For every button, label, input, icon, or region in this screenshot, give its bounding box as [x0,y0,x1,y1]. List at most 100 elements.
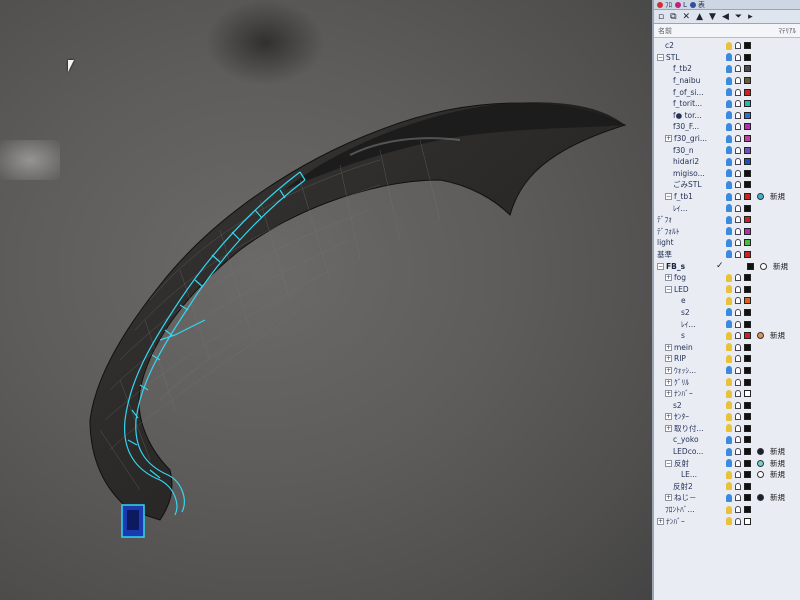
layer-row[interactable]: + ｾﾝﾀｰ [654,411,800,423]
lock-icon[interactable] [735,436,741,444]
expand-icon[interactable]: + [665,355,672,363]
layer-name[interactable]: f_naibu [673,76,700,85]
layer-color-swatch[interactable] [744,204,751,212]
visibility-bulb-icon[interactable] [726,505,732,514]
visibility-bulb-icon[interactable] [726,41,732,50]
visibility-bulb-icon[interactable] [726,459,732,468]
lock-icon[interactable] [735,355,741,363]
lock-icon[interactable] [735,471,741,479]
lock-icon[interactable] [735,216,741,224]
layer-row[interactable]: ﾌﾛﾝﾄﾊﾞ... [654,504,800,516]
layer-name[interactable]: 基準 [657,249,672,260]
lock-icon[interactable] [735,181,741,189]
lock-icon[interactable] [735,448,741,456]
expand-icon[interactable]: + [665,424,672,432]
material-circle-icon[interactable] [760,262,767,270]
layer-color-swatch[interactable] [744,482,751,490]
visibility-bulb-icon[interactable] [726,517,732,526]
layer-name[interactable]: ごみSTL [673,179,702,190]
layer-name[interactable]: s [681,331,685,340]
layer-name[interactable]: STL [666,53,680,62]
material-column-header[interactable]: ﾏﾃﾘｱﾙ [779,26,797,36]
visibility-bulb-icon[interactable] [726,389,732,398]
visibility-bulb-icon[interactable] [726,134,732,143]
material-circle-icon[interactable] [757,459,764,467]
layer-color-swatch[interactable] [747,262,754,270]
layer-row[interactable]: ごみSTL [654,179,800,191]
lock-icon[interactable] [735,204,741,212]
layer-row[interactable]: + ﾅﾝﾊﾞｰ [654,515,800,527]
material-label[interactable]: 新規 [773,261,788,272]
layer-row[interactable]: hidari2 [654,156,800,168]
layer-row[interactable]: + mein [654,341,800,353]
lock-icon[interactable] [735,42,741,50]
layer-color-swatch[interactable] [744,53,751,61]
layer-name[interactable]: ﾚｲ... [673,203,688,214]
layer-row[interactable]: s 新規 [654,330,800,342]
left-icon[interactable]: ◀ [722,12,729,22]
layer-row[interactable]: ﾚｲ... [654,318,800,330]
layer-row[interactable]: f● tor... [654,110,800,122]
material-circle-icon[interactable] [757,448,764,456]
layer-color-swatch[interactable] [744,123,751,131]
lock-icon[interactable] [735,88,741,96]
new-layer-icon[interactable]: ▫ [658,12,664,22]
layer-color-swatch[interactable] [744,158,751,166]
expand-icon[interactable]: + [665,390,672,398]
visibility-bulb-icon[interactable] [726,111,732,120]
bumper-model[interactable] [0,0,652,600]
layer-name[interactable]: ﾃﾞﾌｫﾙﾄ [657,226,680,237]
lock-icon[interactable] [735,343,741,351]
layer-name[interactable]: c_yoko [673,435,699,444]
visibility-bulb-icon[interactable] [726,64,732,73]
layer-row[interactable]: LE... 新規 [654,469,800,481]
material-label[interactable]: 新規 [770,492,785,503]
visibility-bulb-icon[interactable] [726,204,732,213]
visibility-bulb-icon[interactable] [726,378,732,387]
layer-name[interactable]: LE... [681,470,697,479]
layer-row[interactable]: + ｸﾞﾘﾙ [654,376,800,388]
layer-color-swatch[interactable] [744,285,751,293]
visibility-bulb-icon[interactable] [726,215,732,224]
layer-name[interactable]: LED [674,285,689,294]
collapse-icon[interactable]: − [665,285,672,293]
layer-name[interactable]: FB_s [666,262,685,271]
visibility-bulb-icon[interactable] [726,76,732,85]
layer-name[interactable]: ﾅﾝﾊﾞｰ [666,516,685,527]
layer-color-swatch[interactable] [744,169,751,177]
layer-row[interactable]: − FB_s ✓ 新規 [654,260,800,272]
layer-name[interactable]: ﾚｲ... [681,319,696,330]
lock-icon[interactable] [735,158,741,166]
lock-icon[interactable] [735,320,741,328]
tab-layers[interactable]: L [675,1,687,9]
layer-row[interactable]: ﾃﾞﾌｫ [654,214,800,226]
filter-icon[interactable]: ⏷ [735,12,742,22]
lock-icon[interactable] [735,517,741,525]
layer-name[interactable]: c2 [665,41,674,50]
name-column-header[interactable]: 名前 [658,26,672,36]
visibility-bulb-icon[interactable] [726,320,732,329]
visibility-bulb-icon[interactable] [726,470,732,479]
layer-color-swatch[interactable] [744,436,751,444]
layer-row[interactable]: f_of_si... [654,86,800,98]
lock-icon[interactable] [735,390,741,398]
layer-name[interactable]: s2 [681,308,690,317]
layer-color-swatch[interactable] [744,413,751,421]
copy-icon[interactable]: ⧉ [670,12,676,22]
visibility-bulb-icon[interactable] [726,238,732,247]
layer-row[interactable]: + 取り付... [654,423,800,435]
layer-row[interactable]: + f30_gri... [654,133,800,145]
visibility-bulb-icon[interactable] [726,227,732,236]
lock-icon[interactable] [735,100,741,108]
layer-row[interactable]: f_naibu [654,75,800,87]
layer-color-swatch[interactable] [744,181,751,189]
material-label[interactable]: 新規 [770,458,785,469]
lock-icon[interactable] [735,482,741,490]
layer-name[interactable]: light [657,238,674,247]
lock-icon[interactable] [735,111,741,119]
visibility-bulb-icon[interactable] [726,146,732,155]
layer-name[interactable]: f30_F... [673,122,699,131]
lock-icon[interactable] [735,65,741,73]
layer-color-swatch[interactable] [744,42,751,50]
down-icon[interactable]: ▼ [709,12,716,22]
